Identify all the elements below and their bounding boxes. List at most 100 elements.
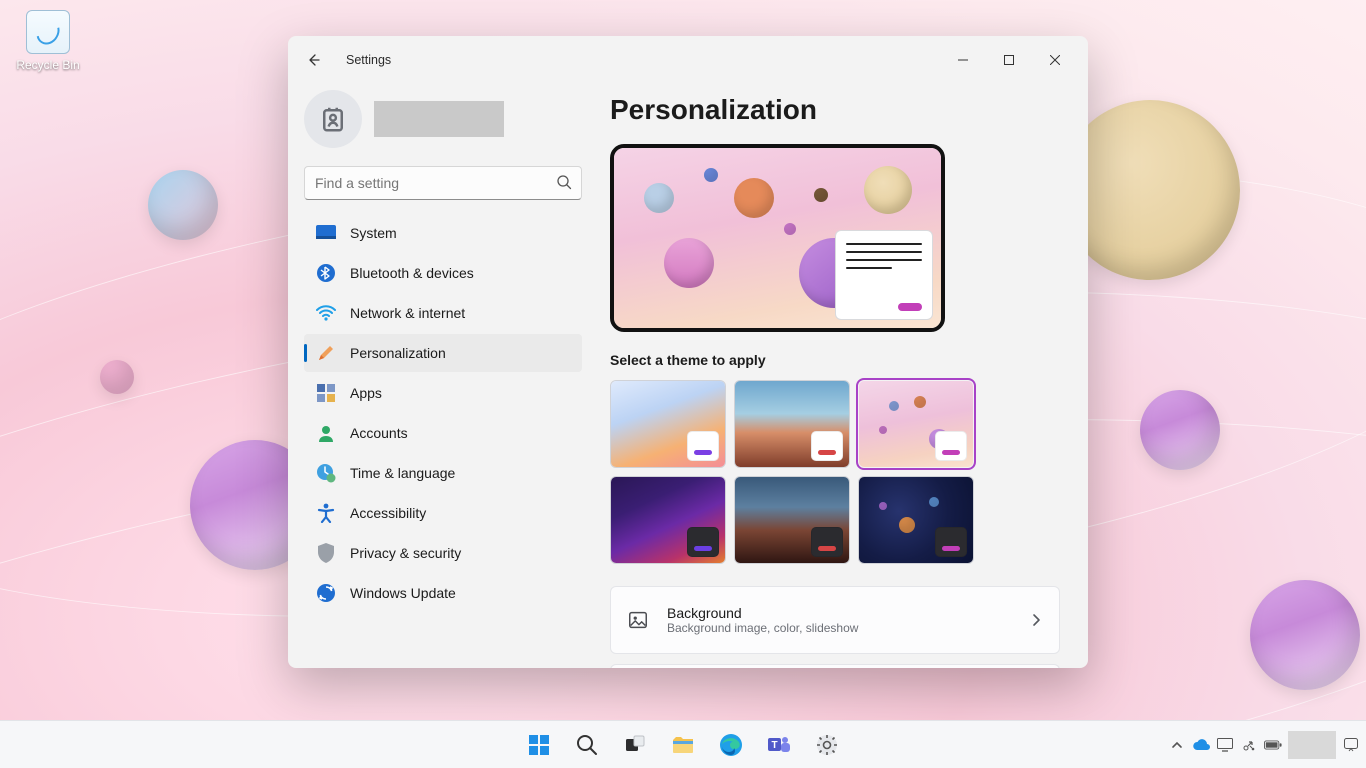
battery-tray-icon[interactable]	[1264, 736, 1282, 754]
theme-chip	[687, 527, 719, 557]
back-button[interactable]	[298, 44, 330, 76]
nav-item-personalization[interactable]: Personalization	[304, 334, 582, 372]
onedrive-tray-icon[interactable]	[1192, 736, 1210, 754]
task-view-button[interactable]	[615, 725, 655, 765]
nav-item-time-language[interactable]: Time & language	[304, 454, 582, 492]
clock-globe-icon	[316, 463, 336, 483]
settings-taskbar-button[interactable]	[807, 725, 847, 765]
close-button[interactable]	[1032, 44, 1078, 76]
theme-option-3[interactable]	[610, 476, 726, 564]
page-title: Personalization	[610, 94, 1060, 126]
search-icon	[575, 733, 599, 757]
nav-label: Network & internet	[350, 305, 465, 321]
nav-item-privacy[interactable]: Privacy & security	[304, 534, 582, 572]
notifications-button[interactable]	[1342, 736, 1360, 754]
app-title: Settings	[346, 53, 391, 67]
accessibility-icon	[316, 503, 336, 523]
edge-button[interactable]	[711, 725, 751, 765]
apps-icon	[316, 383, 336, 403]
planet-decoration	[644, 183, 674, 213]
chevron-up-icon	[1171, 739, 1183, 751]
account-header[interactable]	[304, 84, 582, 160]
personalization-icon	[316, 343, 336, 363]
planet-decoration	[1250, 580, 1360, 690]
gear-icon	[815, 733, 839, 757]
nav-item-system[interactable]: System	[304, 214, 582, 252]
theme-option-4[interactable]	[734, 476, 850, 564]
person-badge-icon	[318, 104, 348, 134]
sidebar: System Bluetooth & devices Network & int…	[288, 84, 598, 668]
shield-icon	[316, 543, 336, 563]
maximize-icon	[1004, 55, 1014, 65]
nav-label: Personalization	[350, 345, 446, 361]
search-input[interactable]	[304, 166, 582, 200]
taskbar[interactable]: T	[0, 720, 1366, 768]
theme-section-label: Select a theme to apply	[610, 352, 1060, 368]
maximize-button[interactable]	[986, 44, 1032, 76]
planet-decoration	[814, 188, 828, 202]
nav-label: Privacy & security	[350, 545, 461, 561]
wifi-icon	[316, 303, 336, 323]
svg-text:T: T	[771, 740, 777, 751]
notification-icon	[1343, 737, 1359, 753]
image-icon	[627, 609, 649, 631]
planet-decoration	[784, 223, 796, 235]
usb-icon	[1241, 737, 1257, 753]
theme-option-5[interactable]	[858, 476, 974, 564]
account-name-redacted	[374, 101, 504, 137]
usb-tray-icon[interactable]	[1240, 736, 1258, 754]
recycle-bin-label: Recycle Bin	[10, 58, 86, 72]
edge-icon	[719, 733, 743, 757]
content-scroll[interactable]: Personalization Select a theme t	[598, 84, 1088, 668]
monitor-icon	[1217, 738, 1233, 752]
nav-label: Apps	[350, 385, 382, 401]
planet-decoration	[704, 168, 718, 182]
tray-overflow-button[interactable]	[1168, 736, 1186, 754]
recycle-bin[interactable]: Recycle Bin	[10, 10, 86, 72]
setting-card-partial[interactable]	[610, 664, 1060, 668]
battery-icon	[1264, 739, 1282, 751]
nav-item-apps[interactable]: Apps	[304, 374, 582, 412]
desktop-preview[interactable]	[610, 144, 945, 332]
nav-label: Time & language	[350, 465, 455, 481]
setting-card-background[interactable]: Background Background image, color, slid…	[610, 586, 1060, 654]
minimize-button[interactable]	[940, 44, 986, 76]
nav-item-bluetooth[interactable]: Bluetooth & devices	[304, 254, 582, 292]
nav-label: System	[350, 225, 397, 241]
planet-decoration	[148, 170, 218, 240]
preview-accent	[898, 303, 922, 311]
theme-option-2[interactable]	[858, 380, 974, 468]
recycle-bin-icon	[26, 10, 70, 54]
clock-redacted[interactable]	[1288, 731, 1336, 759]
arrow-left-icon	[306, 52, 322, 68]
system-icon	[316, 223, 336, 243]
planet-decoration	[664, 238, 714, 288]
nav-label: Accessibility	[350, 505, 426, 521]
nav-label: Windows Update	[350, 585, 456, 601]
planet-decoration	[100, 360, 134, 394]
settings-window: Settings System	[288, 36, 1088, 668]
nav-item-accessibility[interactable]: Accessibility	[304, 494, 582, 532]
file-explorer-button[interactable]	[663, 725, 703, 765]
theme-chip	[687, 431, 719, 461]
nav-item-accounts[interactable]: Accounts	[304, 414, 582, 452]
setting-card-subtitle: Background image, color, slideshow	[667, 621, 858, 635]
nav-item-network[interactable]: Network & internet	[304, 294, 582, 332]
planet-decoration	[734, 178, 774, 218]
taskbar-search-button[interactable]	[567, 725, 607, 765]
theme-chip	[811, 431, 843, 461]
start-button[interactable]	[519, 725, 559, 765]
theme-option-0[interactable]	[610, 380, 726, 468]
theme-option-1[interactable]	[734, 380, 850, 468]
nav-label: Accounts	[350, 425, 408, 441]
theme-chip	[811, 527, 843, 557]
nav-item-windows-update[interactable]: Windows Update	[304, 574, 582, 612]
preview-window-mock	[835, 230, 933, 320]
theme-grid	[610, 380, 1060, 564]
theme-chip	[935, 527, 967, 557]
titlebar[interactable]: Settings	[288, 36, 1088, 84]
teams-icon: T	[767, 733, 791, 757]
display-tray-icon[interactable]	[1216, 736, 1234, 754]
accounts-icon	[316, 423, 336, 443]
teams-button[interactable]: T	[759, 725, 799, 765]
